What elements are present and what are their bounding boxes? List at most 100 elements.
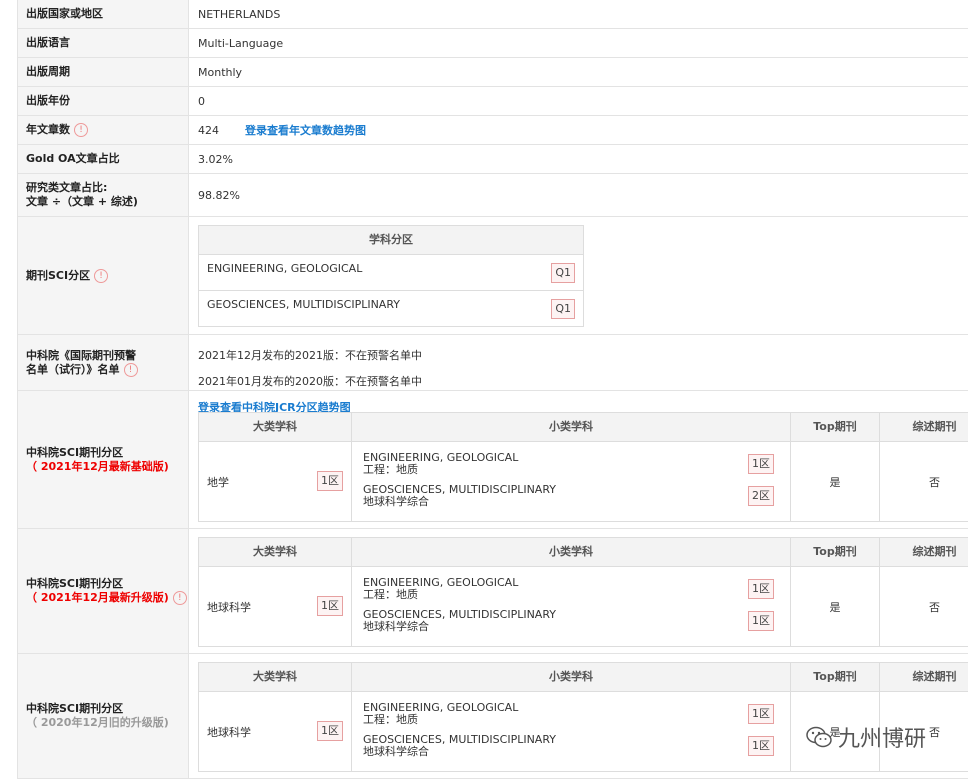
warning-lines: 2021年12月发布的2021版：不在预警名单中 2021年01月发布的2020… <box>198 335 968 395</box>
top-cell: 是 <box>791 442 880 521</box>
zone-badge: 1区 <box>748 579 774 599</box>
row-country: 出版国家或地区 NETHERLANDS <box>17 0 968 29</box>
minor-cn: 地球科学综合 <box>363 495 429 508</box>
zone-title: 中科院SCI期刊分区 <box>26 577 124 590</box>
row-label: 出版语言 <box>18 29 189 57</box>
review-cell: 否 <box>929 475 940 489</box>
zone-badge: 2区 <box>748 486 774 506</box>
col-top: Top期刊 <box>791 413 880 441</box>
watermark-text: 九州博研 <box>838 727 927 752</box>
table-header: 大类学科 小类学科 Top期刊 综述期刊 <box>199 538 968 567</box>
article-trend-link[interactable]: 登录查看年文章数趋势图 <box>245 122 366 138</box>
major-subject: 地球科学 <box>207 725 251 739</box>
subject-zone-table: 学科分区 ENGINEERING, GEOLOGICAL Q1 GEOSCIEN… <box>198 225 584 327</box>
cas-zone-table: 大类学科 小类学科 Top期刊 综述期刊 地球科学 1区 ENGINEERING… <box>198 662 968 772</box>
row-label: 出版年份 <box>18 87 189 115</box>
row-language: 出版语言 Multi-Language <box>17 29 968 58</box>
row-label-wrap: 研究类文章占比: 文章 ÷（文章 + 综述) <box>18 174 189 216</box>
col-minor: 小类学科 <box>352 663 791 691</box>
table-row: ENGINEERING, GEOLOGICAL Q1 <box>199 255 583 290</box>
row-label-wrap: 中科院SCI期刊分区 （ 2021年12月最新升级版)! <box>18 529 189 653</box>
row-value: Monthly <box>198 65 243 79</box>
minor-cn: 地球科学综合 <box>363 620 429 633</box>
row-value-wrap: 424 登录查看年文章数趋势图 <box>198 116 968 144</box>
row-label-sub: 文章 ÷（文章 + 综述) <box>26 195 138 208</box>
col-major: 大类学科 <box>199 663 352 691</box>
zone-badge: 1区 <box>748 704 774 724</box>
row-gold-oa: Gold OA文章占比 3.02% <box>17 145 968 174</box>
col-top: Top期刊 <box>791 663 880 691</box>
subject-name: GEOSCIENCES, MULTIDISCIPLINARY <box>207 298 400 311</box>
row-year: 出版年份 0 <box>17 87 968 116</box>
row-label: 研究类文章占比: <box>26 181 108 194</box>
zone-badge: 1区 <box>317 596 343 616</box>
row-value: 424 <box>198 123 219 137</box>
table-header: 大类学科 小类学科 Top期刊 综述期刊 <box>199 663 968 692</box>
major-cell: 地球科学 1区 <box>199 692 352 771</box>
col-review: 综述期刊 <box>912 545 957 558</box>
zone-version: （ 2020年12月旧的升级版) <box>26 716 169 729</box>
col-minor: 小类学科 <box>352 538 791 566</box>
minor-cn: 工程：地质 <box>363 463 418 476</box>
major-subject: 地球科学 <box>207 600 251 614</box>
zone-badge: 1区 <box>748 454 774 474</box>
minor-cell: ENGINEERING, GEOLOGICAL 工程：地质 1区 GEOSCIEN… <box>352 567 791 646</box>
row-frequency: 出版周期 Monthly <box>17 58 968 87</box>
row-label: 中科院《国际期刊预警 <box>26 348 136 362</box>
minor-cell: ENGINEERING, GEOLOGICAL 工程：地质 1区 GEOSCIEN… <box>352 692 791 771</box>
row-cas-zone-3: 中科院SCI期刊分区 （ 2020年12月旧的升级版) 大类学科 小类学科 To… <box>17 654 968 779</box>
table-row: GEOSCIENCES, MULTIDISCIPLINARY Q1 <box>199 290 583 326</box>
info-icon[interactable]: ! <box>94 268 109 283</box>
minor-cn: 地球科学综合 <box>363 745 429 758</box>
row-label-wrap: 中科院《国际期刊预警 名单（试行）》名单! <box>18 335 189 390</box>
row-label: 期刊SCI分区 <box>26 268 91 282</box>
cas-zone-table: 大类学科 小类学科 Top期刊 综述期刊 地学 1区 ENGINEERING, … <box>198 412 968 522</box>
zone-version: （ 2021年12月最新升级版) <box>26 591 169 604</box>
table-row: 地学 1区 ENGINEERING, GEOLOGICAL 工程：地质 1区 GE… <box>199 442 968 521</box>
zone-badge: 1区 <box>748 736 774 756</box>
col-major: 大类学科 <box>199 538 352 566</box>
col-major: 大类学科 <box>199 413 352 441</box>
row-sci-zone: 期刊SCI分区 ! 学科分区 ENGINEERING, GEOLOGICAL Q… <box>17 217 968 335</box>
col-review: 综述期刊 <box>912 420 957 433</box>
row-label-wrap: 中科院SCI期刊分区 （ 2021年12月最新基础版) <box>18 391 189 528</box>
row-label: 年文章数 <box>26 123 70 136</box>
row-warning-list: 中科院《国际期刊预警 名单（试行）》名单! 2021年12月发布的2021版：不… <box>17 335 968 391</box>
minor-cn: 工程：地质 <box>363 588 418 601</box>
row-value: 98.82% <box>198 188 240 202</box>
row-label-wrap: 年文章数 ! <box>18 116 189 144</box>
zone-badge: 1区 <box>317 471 343 491</box>
top-cell: 是 <box>791 567 880 646</box>
watermark: 九州博研 <box>806 721 926 753</box>
journal-info-table: 出版国家或地区 NETHERLANDS 出版语言 Multi-Language … <box>17 0 968 779</box>
quartile-badge: Q1 <box>551 263 575 283</box>
subject-name: ENGINEERING, GEOLOGICAL <box>207 262 363 275</box>
major-subject: 地学 <box>207 475 229 489</box>
minor-cell: ENGINEERING, GEOLOGICAL 工程：地质 1区 GEOSCIEN… <box>352 442 791 521</box>
col-review: 综述期刊 <box>912 670 957 683</box>
row-research-ratio: 研究类文章占比: 文章 ÷（文章 + 综述) 98.82% <box>17 174 968 217</box>
wechat-icon <box>806 726 832 748</box>
table-row: 地球科学 1区 ENGINEERING, GEOLOGICAL 工程：地质 1区 … <box>199 567 968 646</box>
cas-zone-table: 大类学科 小类学科 Top期刊 综述期刊 地球科学 1区 ENGINEERING… <box>198 537 968 647</box>
major-cell: 地学 1区 <box>199 442 352 521</box>
row-label-wrap: 期刊SCI分区 ! <box>18 217 189 334</box>
major-cell: 地球科学 1区 <box>199 567 352 646</box>
zone-badge: 1区 <box>748 611 774 631</box>
warning-line: 2021年12月发布的2021版：不在预警名单中 <box>198 349 422 362</box>
info-icon[interactable]: ! <box>74 123 88 137</box>
zone-title: 中科院SCI期刊分区 <box>26 445 124 459</box>
zone-title: 中科院SCI期刊分区 <box>26 702 124 715</box>
table-header: 学科分区 <box>199 226 583 255</box>
quartile-badge: Q1 <box>551 299 575 319</box>
col-minor: 小类学科 <box>352 413 791 441</box>
row-label-wrap: 中科院SCI期刊分区 （ 2020年12月旧的升级版) <box>18 654 189 778</box>
zone-badge: 1区 <box>317 721 343 741</box>
row-value: NETHERLANDS <box>198 7 281 21</box>
info-icon[interactable]: ! <box>123 362 138 377</box>
zone-version: （ 2021年12月最新基础版) <box>26 459 169 473</box>
review-cell: 否 <box>929 600 940 614</box>
table-header: 大类学科 小类学科 Top期刊 综述期刊 <box>199 413 968 442</box>
col-top: Top期刊 <box>791 538 880 566</box>
info-icon[interactable]: ! <box>172 591 187 605</box>
